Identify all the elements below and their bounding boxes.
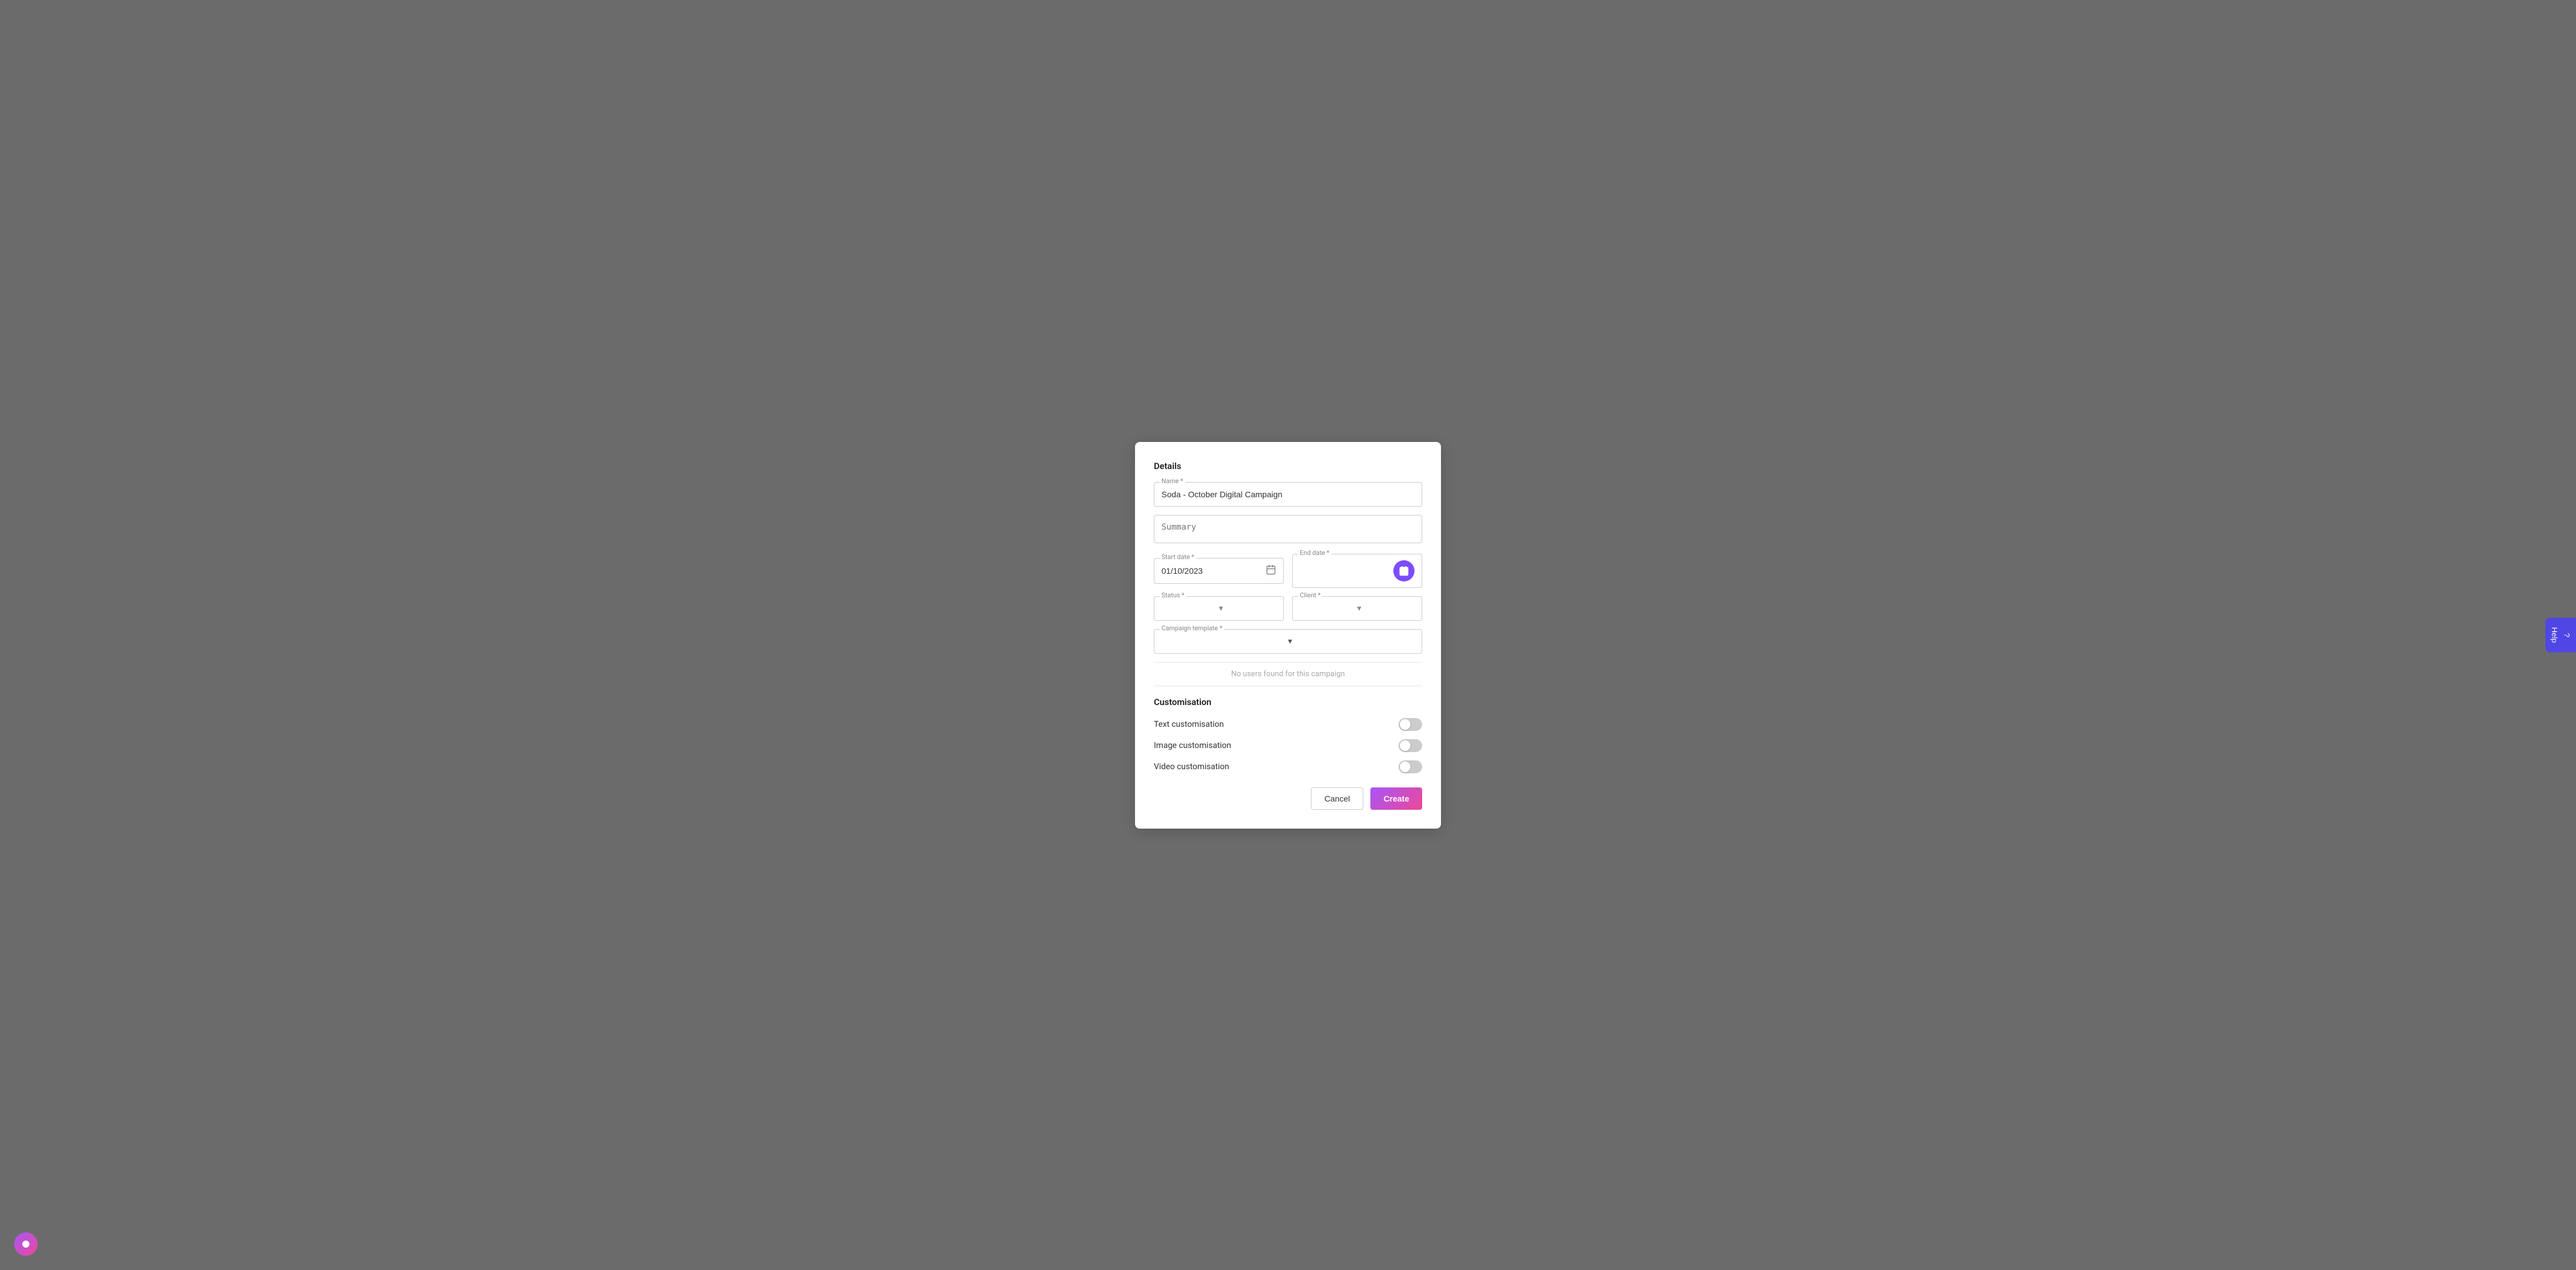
end-date-field: End date * bbox=[1292, 554, 1422, 588]
details-section-title: Details bbox=[1154, 461, 1422, 471]
start-date-label: Start date * bbox=[1160, 553, 1196, 561]
date-row: Start date * End date * bbox=[1154, 554, 1422, 588]
help-button[interactable]: ? Help bbox=[2545, 618, 2576, 653]
create-button[interactable]: Create bbox=[1370, 787, 1422, 810]
help-icon: ? bbox=[2562, 633, 2571, 637]
cancel-button[interactable]: Cancel bbox=[1311, 787, 1364, 810]
text-customisation-row: Text customisation bbox=[1154, 718, 1422, 731]
modal-footer: Cancel Create bbox=[1154, 787, 1422, 810]
text-customisation-label: Text customisation bbox=[1154, 720, 1224, 729]
start-date-calendar-icon[interactable] bbox=[1266, 564, 1276, 577]
summary-input[interactable] bbox=[1154, 515, 1422, 543]
help-label: Help bbox=[2550, 627, 2559, 643]
modal-overlay: Details Name * Start date * End date bbox=[0, 0, 2576, 1270]
start-date-field: Start date * bbox=[1154, 558, 1284, 584]
status-field: Status * ▾ bbox=[1154, 596, 1284, 621]
summary-field-group bbox=[1154, 515, 1422, 546]
image-customisation-row: Image customisation bbox=[1154, 739, 1422, 752]
end-date-input[interactable] bbox=[1300, 566, 1390, 576]
client-select[interactable]: ▾ bbox=[1292, 596, 1422, 621]
status-label: Status * bbox=[1160, 591, 1186, 599]
video-customisation-label: Video customisation bbox=[1154, 762, 1229, 772]
modal-dialog: Details Name * Start date * End date bbox=[1135, 442, 1441, 829]
client-chevron-icon: ▾ bbox=[1357, 604, 1415, 613]
name-input[interactable] bbox=[1154, 482, 1422, 507]
status-client-row: Status * ▾ Client * ▾ bbox=[1154, 596, 1422, 621]
status-select[interactable]: ▾ bbox=[1154, 596, 1284, 621]
client-label: Client * bbox=[1298, 591, 1322, 599]
customisation-section: Customisation Text customisation Image c… bbox=[1154, 697, 1422, 773]
campaign-template-label: Campaign template * bbox=[1160, 624, 1224, 632]
image-customisation-label: Image customisation bbox=[1154, 741, 1231, 750]
image-customisation-toggle[interactable] bbox=[1399, 739, 1422, 752]
bottom-left-fab[interactable] bbox=[14, 1232, 38, 1256]
video-customisation-toggle[interactable] bbox=[1399, 760, 1422, 773]
end-date-label: End date * bbox=[1298, 549, 1331, 557]
start-date-input[interactable] bbox=[1161, 566, 1266, 576]
client-field: Client * ▾ bbox=[1292, 596, 1422, 621]
status-chevron-icon: ▾ bbox=[1219, 604, 1277, 613]
video-customisation-row: Video customisation bbox=[1154, 760, 1422, 773]
campaign-template-chevron-icon: ▾ bbox=[1288, 637, 1415, 646]
text-customisation-toggle[interactable] bbox=[1399, 718, 1422, 731]
start-date-wrapper bbox=[1154, 558, 1284, 584]
name-field-group: Name * bbox=[1154, 482, 1422, 507]
customisation-section-title: Customisation bbox=[1154, 697, 1422, 707]
no-users-message: No users found for this campaign bbox=[1154, 662, 1422, 686]
end-date-wrapper bbox=[1292, 554, 1422, 588]
campaign-template-field: Campaign template * ▾ bbox=[1154, 629, 1422, 654]
name-label: Name * bbox=[1160, 477, 1185, 485]
campaign-template-select[interactable]: ▾ bbox=[1154, 629, 1422, 654]
end-date-calendar-button[interactable] bbox=[1393, 560, 1415, 581]
